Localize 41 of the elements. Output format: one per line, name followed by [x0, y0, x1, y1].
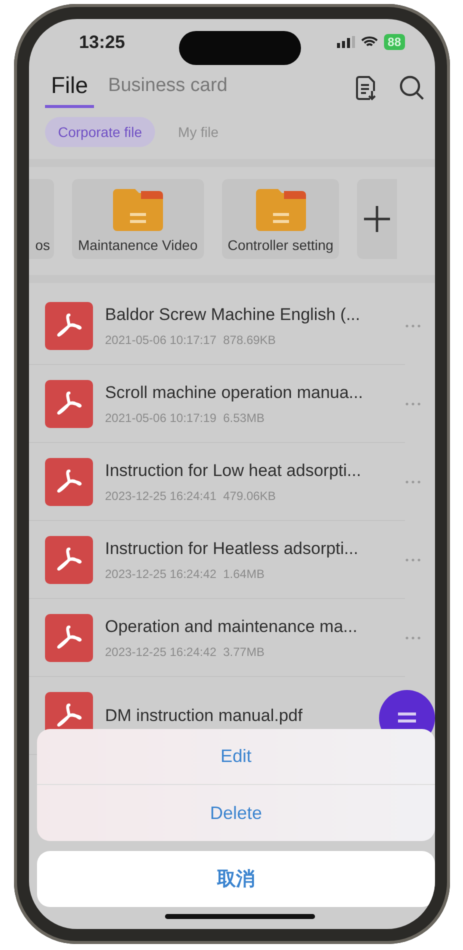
- more-icon[interactable]: [405, 558, 421, 562]
- file-details: 2023-12-25 16:24:41 479.06KB: [105, 488, 277, 502]
- more-icon[interactable]: [405, 324, 421, 328]
- document-download-icon[interactable]: [355, 75, 377, 101]
- pdf-icon: [45, 536, 93, 584]
- file-name: Instruction for Low heat adsorpti...: [105, 460, 362, 480]
- battery-level: 88: [384, 34, 405, 50]
- more-icon[interactable]: [405, 402, 421, 406]
- more-icon[interactable]: [405, 480, 421, 484]
- file-details: 2023-12-25 16:24:42 3.77MB: [105, 644, 266, 658]
- pdf-icon: [45, 380, 93, 428]
- pdf-icon: [45, 458, 93, 506]
- file-name: DM instruction manual.pdf: [105, 706, 302, 726]
- file-details: 2021-05-06 10:17:17 878.69KB: [105, 332, 277, 346]
- add-folder-button[interactable]: [357, 179, 398, 259]
- file-name: Scroll machine operation manua...: [105, 382, 363, 402]
- folder-card[interactable]: Maintanence Video: [72, 179, 204, 259]
- pdf-icon: [45, 614, 93, 662]
- file-row[interactable]: Baldor Screw Machine English (... 2021-05-06 10:17:17 878.69KB: [29, 287, 405, 365]
- status-time: 13:25: [79, 32, 126, 52]
- file-name: Operation and maintenance ma...: [105, 616, 358, 636]
- file-name: Instruction for Heatless adsorpti...: [105, 538, 358, 558]
- file-row[interactable]: Scroll machine operation manua... 2021-05-06 10:17:19 6.53MB: [29, 365, 405, 443]
- file-details: 2023-12-25 16:24:42 1.64MB: [105, 566, 266, 580]
- folder-card[interactable]: Controller setting: [222, 179, 340, 259]
- more-icon[interactable]: [405, 636, 421, 640]
- folder-card[interactable]: os: [29, 179, 54, 259]
- file-row[interactable]: Instruction for Low heat adsorpti... 2023-12-25 16:24:41 479.06KB: [29, 443, 405, 521]
- signal-icon: [336, 36, 355, 48]
- file-row[interactable]: Operation and maintenance ma... 2023-12-25 16:24:42 3.77MB: [29, 599, 405, 677]
- folder-icon: [256, 189, 306, 231]
- search-icon[interactable]: [399, 75, 425, 101]
- tab[interactable]: File: [45, 68, 94, 108]
- folder-icon: [112, 189, 163, 231]
- file-details: 2021-05-06 10:17:19 6.53MB: [105, 410, 266, 424]
- file-name: Baldor Screw Machine English (...: [105, 304, 360, 324]
- plus-icon: [363, 205, 392, 233]
- pdf-icon: [45, 302, 93, 350]
- cancel-button[interactable]: 取消: [37, 851, 435, 907]
- file-row[interactable]: Instruction for Heatless adsorpti... 2023-12-25 16:24:42 1.64MB: [29, 521, 405, 599]
- wifi-icon: [360, 36, 378, 48]
